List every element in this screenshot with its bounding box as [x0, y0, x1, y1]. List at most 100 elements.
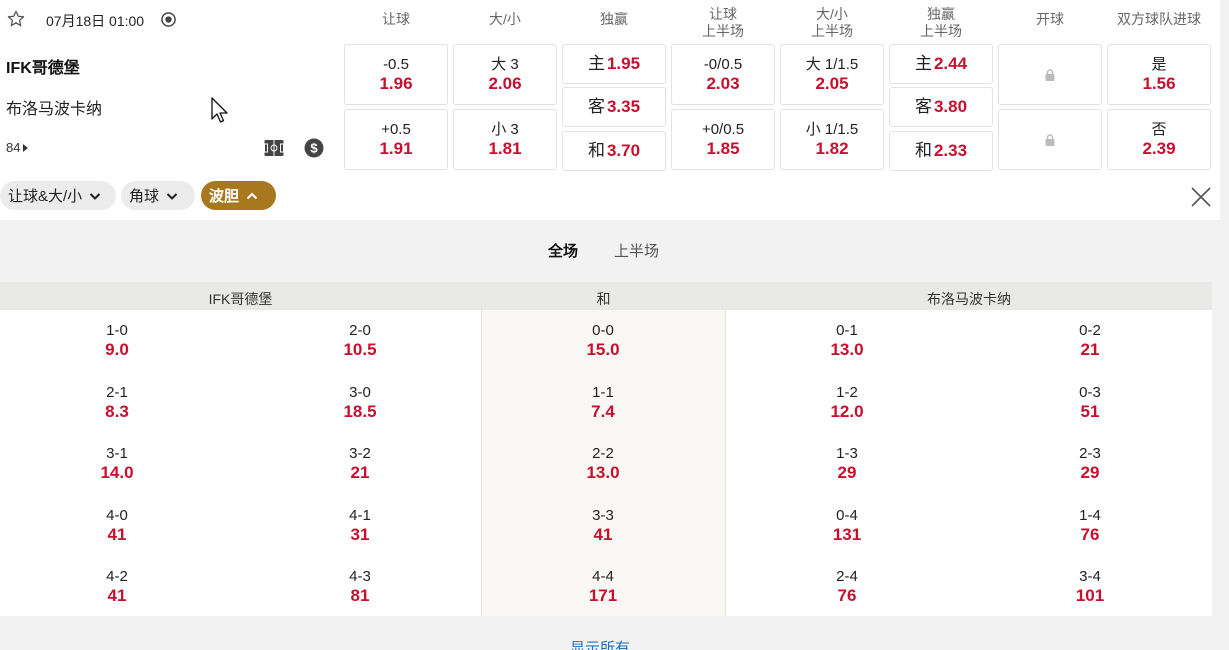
cash-out-icon[interactable]: $ [304, 138, 324, 158]
score-cell-4-4[interactable]: 4-4 171 [523, 567, 683, 606]
col-head-moneyline-1h: 独赢 上半场 [920, 6, 962, 39]
svg-text:$: $ [310, 141, 318, 156]
pitch-icon[interactable] [264, 138, 284, 158]
score-cell-3-0[interactable]: 3-0 18.5 [280, 383, 440, 422]
score-cell-0-1[interactable]: 0-1 13.0 [767, 321, 927, 360]
odds-value: 1.81 [488, 138, 522, 158]
odds-button-moneyline-1h-away[interactable]: 客 3.80 [889, 87, 993, 127]
close-icon[interactable] [1189, 185, 1213, 209]
more-markets-count: 84 [6, 140, 21, 155]
odds-button-handicap-home[interactable]: -0.5 1.96 [344, 44, 448, 105]
score-label: 1-3 [836, 445, 858, 462]
filter-pill-label: 让球&大/小 [8, 188, 83, 205]
lock-icon [1045, 68, 1055, 81]
score-label: 3-1 [106, 445, 128, 462]
score-odds: 18.5 [343, 402, 377, 421]
col-head-over-under: 大/小 [489, 11, 521, 27]
score-label: 4-2 [106, 568, 128, 585]
lock-icon [1045, 133, 1055, 146]
score-cell-0-0[interactable]: 0-0 15.0 [523, 321, 683, 360]
odds-button-over[interactable]: 大 3 2.06 [453, 44, 557, 105]
score-cell-2-2[interactable]: 2-2 13.0 [523, 444, 683, 483]
odds-line: +0.5 [381, 120, 411, 138]
tab-first-half[interactable]: 上半场 [614, 240, 659, 261]
score-cell-4-3[interactable]: 4-3 81 [280, 567, 440, 606]
score-cell-1-0[interactable]: 1-0 9.0 [37, 321, 197, 360]
odds-value: 1.95 [606, 54, 641, 73]
away-team-name: 布洛马波卡纳 [6, 101, 103, 118]
odds-button-moneyline-draw[interactable]: 和 3.70 [562, 131, 666, 171]
score-cell-3-2[interactable]: 3-2 21 [280, 444, 440, 483]
score-label: 2-3 [1079, 445, 1101, 462]
filter-pill-handicap-ou[interactable]: 让球&大/小 [0, 181, 116, 210]
odds-button-moneyline-1h-home[interactable]: 主 2.44 [889, 44, 993, 84]
filter-pill-corners[interactable]: 角球 [121, 181, 195, 210]
live-stream-icon[interactable] [161, 12, 176, 27]
col-head-moneyline: 独赢 [600, 11, 628, 27]
score-odds: 13.0 [586, 463, 620, 482]
chevron-down-icon [166, 192, 178, 200]
odds-value: 3.35 [606, 97, 641, 116]
chevron-down-icon [89, 192, 101, 200]
score-cell-0-4[interactable]: 0-4 131 [767, 506, 927, 545]
header-draw: 和 [596, 291, 611, 307]
odds-button-moneyline-home[interactable]: 主 1.95 [562, 44, 666, 84]
odds-button-over-1h[interactable]: 大 1/1.5 2.05 [780, 44, 884, 105]
odds-label: 和 [914, 141, 932, 160]
score-odds: 10.5 [343, 340, 377, 359]
score-odds: 14.0 [100, 463, 134, 482]
header-away-team: 布洛马波卡纳 [927, 291, 1011, 307]
score-cell-4-0[interactable]: 4-0 41 [37, 506, 197, 545]
odds-button-under-1h[interactable]: 小 1/1.5 1.82 [780, 109, 884, 170]
star-icon[interactable] [6, 9, 26, 29]
score-cell-2-3[interactable]: 2-3 29 [1010, 444, 1170, 483]
score-label: 3-2 [349, 445, 371, 462]
score-label: 4-3 [349, 568, 371, 585]
tab-full-time[interactable]: 全场 [548, 240, 578, 261]
show-all-link[interactable]: 显示所有 [570, 637, 630, 650]
score-cell-2-1[interactable]: 2-1 8.3 [37, 383, 197, 422]
score-odds: 131 [832, 525, 862, 544]
odds-button-handicap-away[interactable]: +0.5 1.91 [344, 109, 448, 170]
score-cell-3-1[interactable]: 3-1 14.0 [37, 444, 197, 483]
odds-line: 大 3 [491, 55, 519, 73]
score-cell-1-4[interactable]: 1-4 76 [1010, 506, 1170, 545]
odds-value: 1.56 [1142, 73, 1176, 93]
score-cell-1-3[interactable]: 1-3 29 [767, 444, 927, 483]
odds-button-moneyline-1h-draw[interactable]: 和 2.33 [889, 131, 993, 171]
score-cell-0-2[interactable]: 0-2 21 [1010, 321, 1170, 360]
score-label: 1-1 [592, 384, 614, 401]
odds-value: 2.06 [488, 73, 522, 93]
odds-label: 否 [1151, 120, 1167, 138]
score-cell-3-3[interactable]: 3-3 41 [523, 506, 683, 545]
odds-button-moneyline-away[interactable]: 客 3.35 [562, 87, 666, 127]
score-cell-4-2[interactable]: 4-2 41 [37, 567, 197, 606]
col-head-over-under-1h: 大/小 上半场 [811, 6, 853, 39]
home-team-name: IFK哥德堡 [6, 60, 80, 77]
score-cell-2-4[interactable]: 2-4 76 [767, 567, 927, 606]
score-label: 0-4 [836, 507, 858, 524]
score-label: 2-0 [349, 322, 371, 339]
odds-label: 客 [587, 97, 605, 116]
score-cell-2-0[interactable]: 2-0 10.5 [280, 321, 440, 360]
filter-pill-label: 波胆 [209, 188, 240, 205]
score-cell-3-4[interactable]: 3-4 101 [1010, 567, 1170, 606]
score-cell-1-2[interactable]: 1-2 12.0 [767, 383, 927, 422]
odds-button-btts-yes[interactable]: 是 1.56 [1107, 44, 1211, 105]
odds-button-btts-no[interactable]: 否 2.39 [1107, 109, 1211, 170]
score-odds: 31 [350, 525, 370, 544]
odds-button-under[interactable]: 小 3 1.81 [453, 109, 557, 170]
score-cell-1-1[interactable]: 1-1 7.4 [523, 383, 683, 422]
odds-value: 3.70 [606, 141, 641, 160]
odds-button-handicap-1h-home[interactable]: -0/0.5 2.03 [671, 44, 775, 105]
odds-label: 和 [587, 141, 605, 160]
odds-value: 2.03 [706, 73, 740, 93]
more-markets-link[interactable]: 84 [6, 140, 29, 155]
score-odds: 21 [350, 463, 370, 482]
score-cell-0-3[interactable]: 0-3 51 [1010, 383, 1170, 422]
score-odds: 12.0 [830, 402, 864, 421]
odds-button-handicap-1h-away[interactable]: +0/0.5 1.85 [671, 109, 775, 170]
score-cell-4-1[interactable]: 4-1 31 [280, 506, 440, 545]
filter-pill-correct-score[interactable]: 波胆 [201, 181, 276, 210]
score-odds: 76 [837, 586, 857, 605]
